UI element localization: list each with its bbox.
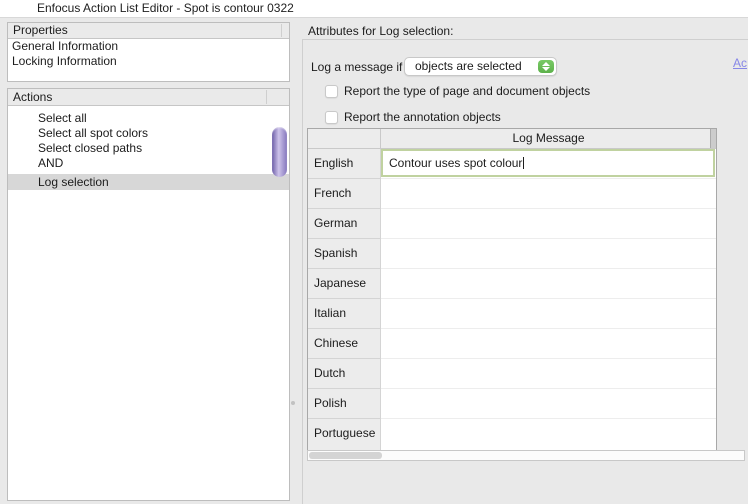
message-cell[interactable] [381,299,716,329]
chevron-up-down-icon [538,60,554,73]
message-text: Contour uses spot colour [389,156,523,170]
window-title: Enfocus Action List Editor - Spot is con… [37,1,294,15]
language-column-header [308,129,381,148]
action-item-log-selection[interactable]: Log selection [8,174,289,190]
table-row-german: German [308,209,716,239]
log-message-table: Log Message English Contour uses spot co… [307,128,717,451]
message-cell[interactable] [381,329,716,359]
attributes-title: Attributes for Log selection: [308,24,454,38]
table-row-french: French [308,179,716,209]
log-condition-selected-value: objects are selected [415,59,522,73]
message-cell[interactable] [381,389,716,419]
table-row-japanese: Japanese [308,269,716,299]
actions-list: Select all Select all spot colors Select… [8,106,289,190]
language-label: Italian [308,299,381,329]
message-cell[interactable] [381,239,716,269]
action-list-editor-window: Enfocus Action List Editor - Spot is con… [0,0,748,504]
report-page-objects-checkbox[interactable] [325,85,338,98]
table-row-portuguese: Portuguese [308,419,716,451]
table-horizontal-scrollbar[interactable] [307,450,745,461]
action-item-select-all-spot-colors[interactable]: Select all spot colors [8,126,289,141]
message-cell[interactable] [381,269,716,299]
table-header-row: Log Message [308,129,716,149]
language-label: Chinese [308,329,381,359]
language-label: French [308,179,381,209]
language-label: Japanese [308,269,381,299]
action-item-select-all[interactable]: Select all [8,111,289,126]
table-row-chinese: Chinese [308,329,716,359]
language-label: Dutch [308,359,381,389]
table-row-polish: Polish [308,389,716,419]
header-divider [281,24,282,37]
title-bar[interactable]: Enfocus Action List Editor - Spot is con… [0,0,748,18]
log-condition-dropdown[interactable]: objects are selected [404,57,557,76]
message-cell[interactable] [381,209,716,239]
properties-panel: Properties General Information Locking I… [7,22,290,82]
log-condition-label: Log a message if [311,60,403,74]
report-annotation-objects-checkbox[interactable] [325,111,338,124]
message-editor-field[interactable]: Contour uses spot colour [381,149,715,177]
log-message-column-header: Log Message [512,131,585,145]
splitter-handle-dot[interactable] [291,401,295,405]
action-item-select-closed-paths[interactable]: Select closed paths [8,141,289,156]
properties-header: Properties [8,23,289,39]
table-row-spanish: Spanish [308,239,716,269]
table-scrollbar-corner [710,129,716,148]
actions-link[interactable]: Ac [733,57,747,70]
header-divider [266,90,267,104]
actions-header-label: Actions [13,90,53,104]
text-caret [523,157,525,169]
report-page-objects-label: Report the type of page and document obj… [344,84,591,98]
actions-header: Actions [8,89,289,106]
report-annotation-objects-label: Report the annotation objects [344,110,501,124]
actions-panel: Actions Select all Select all spot color… [7,88,290,501]
table-row-italian: Italian [308,299,716,329]
table-row-english: English Contour uses spot colour [308,149,716,179]
language-label: Spanish [308,239,381,269]
language-label: Portuguese [308,419,381,451]
properties-item-general-information[interactable]: General Information [8,39,289,54]
actions-scrollbar-thumb[interactable] [272,127,287,177]
message-cell[interactable]: Contour uses spot colour [381,149,716,179]
properties-header-label: Properties [13,23,68,37]
message-cell[interactable] [381,179,716,209]
message-cell[interactable] [381,419,716,451]
table-row-dutch: Dutch [308,359,716,389]
message-cell[interactable] [381,359,716,389]
properties-item-locking-information[interactable]: Locking Information [8,54,289,69]
language-label: English [308,149,381,179]
table-horizontal-scrollbar-thumb[interactable] [309,452,382,459]
action-item-and[interactable]: AND [8,156,289,171]
language-label: Polish [308,389,381,419]
language-label: German [308,209,381,239]
